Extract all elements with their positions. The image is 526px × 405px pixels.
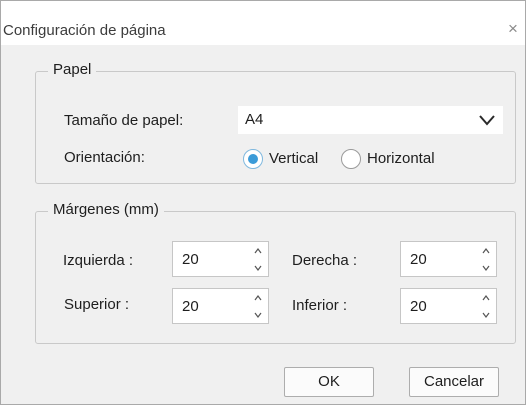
dialog-title: Configuración de página: [3, 22, 166, 39]
title-bar: Configuración de página ×: [1, 1, 525, 45]
spin-down-icon[interactable]: [479, 260, 493, 276]
radio-horizontal[interactable]: [341, 149, 361, 169]
spin-up-icon[interactable]: [251, 243, 265, 259]
radio-vertical[interactable]: [243, 149, 263, 169]
margins-group: Márgenes (mm): [35, 201, 516, 344]
spin-up-icon[interactable]: [479, 290, 493, 306]
close-icon[interactable]: ×: [508, 20, 518, 38]
left-margin-spinner[interactable]: [172, 241, 269, 277]
bottom-margin-input[interactable]: [401, 289, 479, 323]
chevron-down-icon: [479, 115, 495, 126]
paper-size-select[interactable]: A4: [238, 106, 503, 134]
top-margin-label: Superior :: [64, 296, 130, 313]
top-margin-spinner[interactable]: [172, 288, 269, 324]
bottom-margin-label: Inferior :: [292, 297, 348, 314]
paper-size-label: Tamaño de papel:: [64, 112, 184, 129]
spin-up-icon[interactable]: [251, 290, 265, 306]
paper-size-value: A4: [245, 111, 264, 128]
orientation-label: Orientación:: [64, 149, 145, 166]
spin-down-icon[interactable]: [251, 307, 265, 323]
spin-up-icon[interactable]: [479, 243, 493, 259]
ok-button[interactable]: OK: [284, 367, 374, 397]
paper-group-legend: Papel: [48, 61, 97, 78]
left-margin-label: Izquierda :: [63, 252, 134, 269]
top-margin-input[interactable]: [173, 289, 251, 323]
right-margin-label: Derecha :: [292, 252, 358, 269]
right-margin-input[interactable]: [401, 242, 479, 276]
left-margin-input[interactable]: [173, 242, 251, 276]
margins-group-legend: Márgenes (mm): [48, 201, 164, 218]
spin-down-icon[interactable]: [479, 307, 493, 323]
bottom-margin-spinner[interactable]: [400, 288, 497, 324]
radio-horizontal-label[interactable]: Horizontal: [367, 150, 435, 167]
spin-down-icon[interactable]: [251, 260, 265, 276]
cancel-button[interactable]: Cancelar: [409, 367, 499, 397]
page-setup-dialog: Configuración de página × Papel Tamaño d…: [0, 0, 526, 405]
radio-vertical-label[interactable]: Vertical: [269, 150, 318, 167]
right-margin-spinner[interactable]: [400, 241, 497, 277]
